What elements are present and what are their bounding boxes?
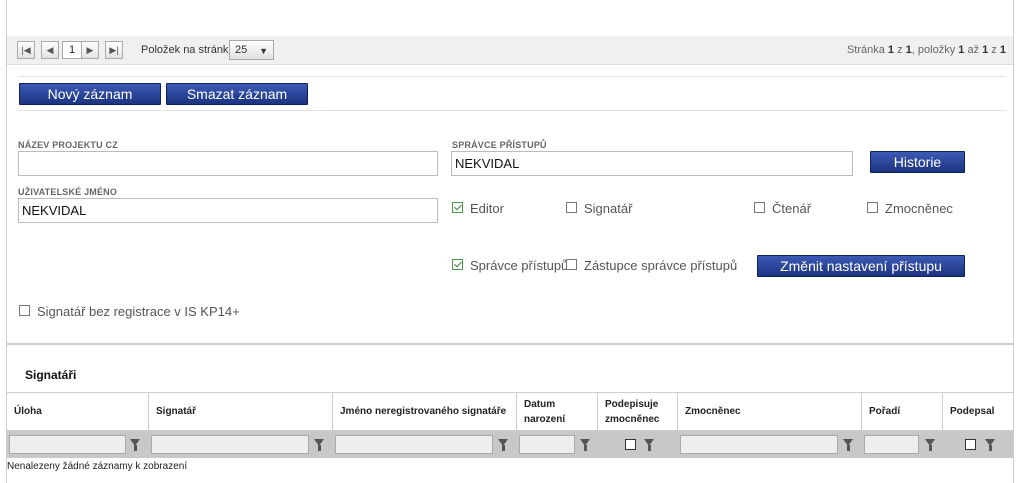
filter-icon[interactable] (580, 439, 590, 451)
filter-icon[interactable] (498, 439, 508, 451)
items-per-page-select[interactable]: 25 ▼ (229, 40, 274, 60)
deputy-admin-checkbox-label: Zástupce správce přístupů (584, 258, 738, 273)
filter-icon[interactable] (130, 439, 140, 451)
divider (18, 110, 1006, 111)
deputy-admin-checkbox[interactable] (566, 259, 577, 270)
change-access-button[interactable]: Změnit nastavení přístupu (757, 255, 965, 277)
filter-input-unregistered-name[interactable] (335, 435, 493, 454)
column-header-role[interactable]: Úloha (7, 393, 149, 431)
pager-info: Stránka 1 z 1, položky 1 až 1 z 1 (846, 44, 1006, 56)
next-page-icon[interactable]: ▶ (81, 41, 99, 59)
filter-cell-role (7, 431, 149, 458)
access-admin-checkbox-label: Správce přístupů (470, 258, 569, 273)
filter-cell-birth-date (517, 431, 598, 458)
empty-table-message: Nenalezeny žádné záznamy k zobrazení (7, 461, 188, 472)
reader-checkbox[interactable] (754, 202, 765, 213)
proxy-checkbox[interactable] (867, 202, 878, 213)
project-name-field[interactable] (18, 151, 438, 176)
filter-icon[interactable] (843, 439, 853, 451)
filter-checkbox-signed[interactable] (965, 439, 976, 450)
editor-checkbox-label: Editor (470, 201, 504, 216)
column-header-signatory[interactable]: Signatář (149, 393, 333, 431)
filter-checkbox-proxy-signs[interactable] (625, 439, 636, 450)
unregistered-signatory-label: Signatář bez registrace v IS KP14+ (37, 304, 240, 319)
signatories-title: Signatáři (25, 368, 77, 382)
filter-cell-proxy-signs (598, 431, 678, 458)
access-admin-field[interactable]: NEKVIDAL (451, 151, 853, 176)
column-header-signed[interactable]: Podepsal (943, 393, 1013, 431)
proxy-checkbox-label: Zmocněnec (885, 201, 953, 216)
items-per-page-value: 25 (235, 44, 248, 56)
filter-input-signatory[interactable] (151, 435, 309, 454)
chevron-down-icon: ▼ (259, 46, 268, 56)
divider (18, 76, 1006, 77)
table-header: Úloha Signatář Jméno neregistrovaného si… (7, 392, 1013, 431)
filter-icon[interactable] (925, 439, 935, 451)
filter-input-birth-date[interactable] (519, 435, 575, 454)
pager-bar: |◀ ◀ 1 ▶ ▶| Položek na stránku 25 ▼ Strán… (7, 36, 1013, 65)
column-header-proxy[interactable]: Zmocněnec (678, 393, 862, 431)
signatory-checkbox[interactable] (566, 202, 577, 213)
prev-page-icon[interactable]: ◀ (41, 41, 59, 59)
editor-checkbox[interactable] (452, 202, 463, 213)
filter-input-order[interactable] (864, 435, 919, 454)
filter-input-proxy[interactable] (680, 435, 838, 454)
reader-checkbox-label: Čtenář (772, 201, 812, 216)
filter-icon[interactable] (644, 439, 654, 451)
unregistered-signatory-checkbox[interactable] (19, 305, 30, 316)
delete-record-button[interactable]: Smazat záznam (166, 83, 308, 105)
column-header-birth-date[interactable]: Datum narození (517, 393, 598, 431)
last-page-icon[interactable]: ▶| (105, 41, 123, 59)
filter-cell-unregistered-name (333, 431, 517, 458)
new-record-button[interactable]: Nový záznam (19, 83, 161, 105)
filter-cell-order (862, 431, 943, 458)
filter-cell-proxy (678, 431, 862, 458)
signatory-checkbox-label: Signatář (584, 201, 633, 216)
filter-icon[interactable] (314, 439, 324, 451)
page-number-input[interactable]: 1 (62, 41, 82, 59)
column-header-order[interactable]: Pořadí (862, 393, 943, 431)
column-header-proxy-signs[interactable]: Podepisuje zmocněnec (598, 393, 678, 431)
first-page-icon[interactable]: |◀ (17, 41, 35, 59)
filter-cell-signatory (149, 431, 333, 458)
project-name-label: NÁZEV PROJEKTU CZ (18, 140, 118, 150)
section-divider (7, 343, 1013, 345)
username-label: UŽIVATELSKÉ JMÉNO (18, 187, 118, 197)
username-field[interactable]: NEKVIDAL (18, 198, 438, 223)
filter-input-role[interactable] (9, 435, 126, 454)
access-admin-checkbox[interactable] (452, 259, 463, 270)
column-header-unregistered-name[interactable]: Jméno neregistrovaného signatáře (333, 393, 517, 431)
history-button[interactable]: Historie (870, 151, 965, 173)
access-admin-label: SPRÁVCE PŘÍSTUPŮ (452, 140, 547, 150)
filter-cell-signed (943, 431, 1013, 458)
filter-icon[interactable] (985, 439, 995, 451)
items-per-page-label: Položek na stránku (141, 44, 235, 56)
filter-row (7, 431, 1013, 458)
